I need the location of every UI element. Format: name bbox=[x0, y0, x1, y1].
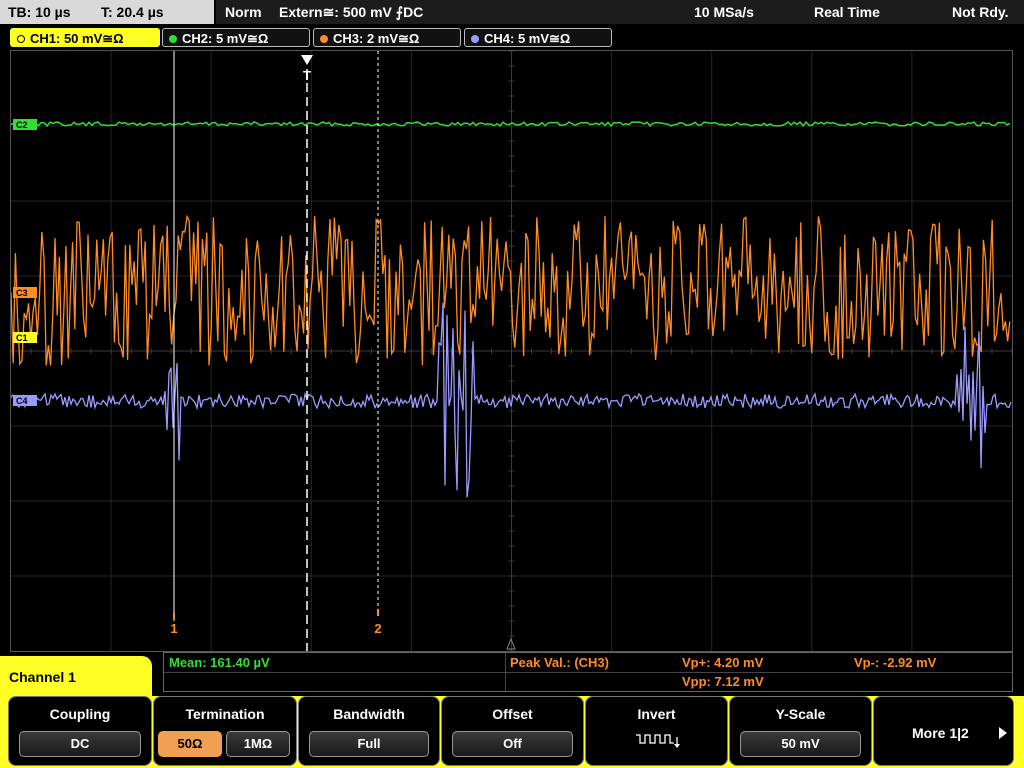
vp-plus-measurement: Vp+: 4.20 mV bbox=[682, 655, 764, 670]
waveform-canvas[interactable]: T 1 2 C2 C3 C1 C4 bbox=[10, 50, 1013, 652]
invert-softkey[interactable]: Invert bbox=[585, 696, 728, 766]
tab-ch4[interactable]: CH4: 5 mV≅Ω bbox=[464, 28, 612, 47]
coupling-value[interactable]: DC bbox=[19, 731, 141, 757]
vpp-measurement: Vpp: 7.12 mV bbox=[682, 674, 764, 689]
ch4-dot-icon bbox=[471, 35, 479, 43]
svg-text:C3: C3 bbox=[16, 288, 28, 298]
ch1-marker[interactable]: C1 bbox=[13, 332, 37, 343]
ch2-waveform bbox=[10, 120, 1011, 128]
tab-ch1-label: CH1: 50 mV≅Ω bbox=[30, 31, 124, 46]
ch1-circle-icon bbox=[17, 35, 25, 43]
acquisition-status: Not Rdy. bbox=[952, 4, 1009, 20]
menu-title-text: Channel 1 bbox=[9, 669, 76, 685]
trigger-marker-label: T bbox=[303, 68, 311, 83]
timebase-readout: TB: 10 µs bbox=[8, 4, 71, 20]
ch3-dot-icon bbox=[320, 35, 328, 43]
softkey-bar: Coupling DC Termination 50Ω 1MΩ Bandwidt… bbox=[0, 696, 1024, 768]
offset-title: Offset bbox=[492, 706, 533, 722]
y-scale-value[interactable]: 50 mV bbox=[740, 731, 861, 757]
bandwidth-softkey[interactable]: Bandwidth Full bbox=[298, 696, 440, 766]
tab-ch4-label: CH4: 5 mV≅Ω bbox=[484, 31, 571, 46]
status-bar: Norm Extern≅: 500 mV ⨍DC 10 MSa/s Real T… bbox=[216, 0, 1024, 24]
vp-minus-measurement: Vp-: -2.92 mV bbox=[854, 655, 937, 670]
measurement-panel: Mean: 161.40 µV Peak Val.: (CH3) Vp+: 4.… bbox=[163, 652, 1013, 692]
chevron-right-icon bbox=[999, 727, 1007, 739]
invert-title: Invert bbox=[637, 706, 676, 722]
tab-ch2-label: CH2: 5 mV≅Ω bbox=[182, 31, 269, 46]
svg-text:C4: C4 bbox=[16, 396, 28, 406]
timebase-box[interactable]: TB: 10 µs T: 20.4 µs bbox=[0, 0, 214, 24]
channel-tabs: CH1: 50 mV≅Ω CH2: 5 mV≅Ω CH3: 2 mV≅Ω CH4… bbox=[0, 25, 1024, 49]
ch4-marker[interactable]: C4 bbox=[13, 395, 37, 406]
svg-text:C2: C2 bbox=[16, 120, 28, 130]
svg-text:C1: C1 bbox=[16, 333, 28, 343]
invert-waveform-icon bbox=[636, 734, 680, 748]
more-softkey[interactable]: More 1|2 bbox=[873, 696, 1014, 766]
cursor-1-label: 1 bbox=[170, 621, 177, 636]
offset-value[interactable]: Off bbox=[452, 731, 573, 757]
sample-rate: 10 MSa/s bbox=[694, 4, 754, 20]
tab-ch2[interactable]: CH2: 5 mV≅Ω bbox=[162, 28, 310, 47]
trigger-mode[interactable]: Norm bbox=[225, 0, 262, 24]
cursor-2-label: 2 bbox=[374, 621, 381, 636]
y-scale-softkey[interactable]: Y-Scale 50 mV bbox=[729, 696, 872, 766]
bandwidth-value[interactable]: Full bbox=[309, 731, 429, 757]
ch2-marker[interactable]: C2 bbox=[13, 119, 37, 130]
tab-ch1[interactable]: CH1: 50 mV≅Ω bbox=[10, 28, 160, 47]
graticule bbox=[10, 50, 1013, 652]
offset-softkey[interactable]: Offset Off bbox=[441, 696, 584, 766]
termination-50-ohm-option[interactable]: 50Ω bbox=[158, 731, 222, 757]
trigger-time-readout: T: 20.4 µs bbox=[101, 4, 164, 20]
coupling-softkey[interactable]: Coupling DC bbox=[8, 696, 152, 766]
termination-softkey[interactable]: Termination 50Ω 1MΩ bbox=[153, 696, 297, 766]
mean-measurement: Mean: 161.40 µV bbox=[169, 655, 270, 670]
peak-measurement-label: Peak Val.: (CH3) bbox=[510, 655, 609, 670]
termination-title: Termination bbox=[185, 706, 265, 722]
bandwidth-title: Bandwidth bbox=[333, 706, 405, 722]
ch3-marker[interactable]: C3 bbox=[13, 287, 37, 298]
coupling-title: Coupling bbox=[49, 706, 111, 722]
menu-title: Channel 1 bbox=[0, 656, 152, 696]
waveform-display[interactable]: T 1 2 C2 C3 C1 C4 bbox=[10, 50, 1013, 652]
tab-ch3-label: CH3: 2 mV≅Ω bbox=[333, 31, 420, 46]
trigger-source[interactable]: Extern≅: 500 mV ⨍DC bbox=[279, 0, 423, 24]
y-scale-title: Y-Scale bbox=[775, 706, 826, 722]
acquisition-mode: Real Time bbox=[814, 4, 880, 20]
more-label: More 1|2 bbox=[912, 725, 969, 741]
tab-ch3[interactable]: CH3: 2 mV≅Ω bbox=[313, 28, 461, 47]
ch2-dot-icon bbox=[169, 35, 177, 43]
termination-1m-ohm-option[interactable]: 1MΩ bbox=[226, 731, 290, 757]
